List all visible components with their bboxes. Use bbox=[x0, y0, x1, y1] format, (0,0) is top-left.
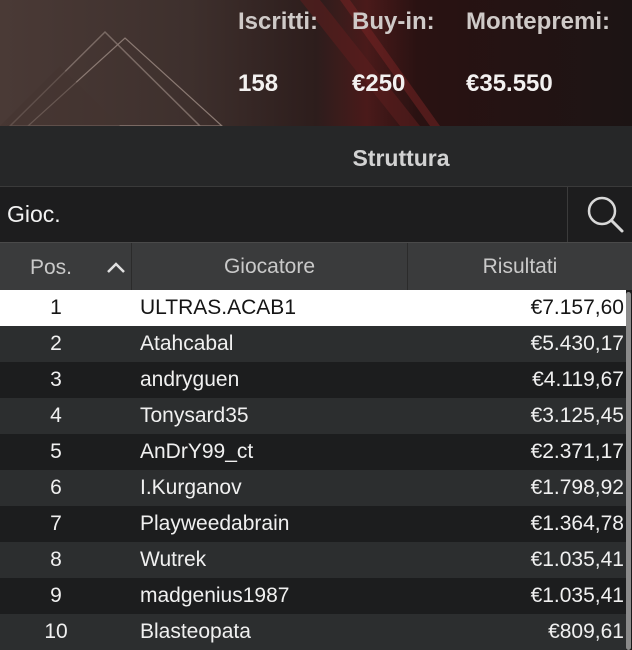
row-player-name: AnDrY99_ct bbox=[140, 440, 254, 463]
tournament-banner: Iscritti: 158 Buy-in: €250 Montepremi: €… bbox=[0, 0, 632, 126]
row-position: 4 bbox=[50, 404, 62, 427]
row-position: 1 bbox=[50, 296, 62, 319]
table-row[interactable]: 5 AnDrY99_ct €2.371,17 bbox=[0, 434, 626, 470]
row-player-name: ULTRAS.ACAB1 bbox=[140, 296, 296, 319]
row-result: €1.798,92 bbox=[530, 476, 624, 499]
buyin-value: €250 bbox=[352, 70, 406, 97]
table-row[interactable]: 1 ULTRAS.ACAB1 €7.157,60 bbox=[0, 290, 626, 326]
search-bar: Gioc. bbox=[0, 186, 632, 243]
search-button[interactable] bbox=[568, 187, 632, 243]
row-position: 5 bbox=[50, 440, 62, 463]
row-player-name: Atahcabal bbox=[140, 332, 234, 355]
table-row[interactable]: 3 andryguen €4.119,67 bbox=[0, 362, 626, 398]
row-player-name: Playweedabrain bbox=[140, 512, 290, 535]
row-result: €2.371,17 bbox=[530, 440, 624, 463]
row-result: €5.430,17 bbox=[530, 332, 624, 355]
tab-struttura[interactable]: Struttura bbox=[0, 126, 632, 186]
table-row[interactable]: 8 Wutrek €1.035,41 bbox=[0, 542, 626, 578]
results-table-header: Pos. Giocatore Risultati bbox=[0, 242, 632, 291]
entrants-label: Iscritti: bbox=[238, 8, 319, 35]
row-result: €4.119,67 bbox=[532, 368, 624, 391]
row-player-name: Wutrek bbox=[140, 548, 207, 571]
row-player-name: Tonysard35 bbox=[140, 404, 249, 427]
column-header-giocatore[interactable]: Giocatore bbox=[132, 243, 408, 291]
scrollbar-thumb[interactable] bbox=[626, 292, 631, 650]
row-position: 10 bbox=[44, 620, 68, 643]
table-row[interactable]: 6 I.Kurganov €1.798,92 bbox=[0, 470, 626, 506]
results-table-body: 1 ULTRAS.ACAB1 €7.157,60 2 Atahcabal €5.… bbox=[0, 290, 632, 650]
column-header-pos[interactable]: Pos. bbox=[0, 243, 132, 291]
row-result: €809,61 bbox=[548, 620, 624, 643]
prizepool-label: Montepremi: bbox=[466, 8, 610, 35]
search-input[interactable]: Gioc. bbox=[0, 187, 568, 243]
row-position: 9 bbox=[50, 584, 62, 607]
table-row[interactable]: 9 madgenius1987 €1.035,41 bbox=[0, 578, 626, 614]
row-result: €1.035,41 bbox=[530, 584, 624, 607]
row-position: 7 bbox=[50, 512, 62, 535]
row-position: 6 bbox=[50, 476, 62, 499]
column-header-risultati-label: Risultati bbox=[482, 255, 558, 278]
row-player-name: I.Kurganov bbox=[140, 476, 242, 499]
prizepool-value: €35.550 bbox=[466, 70, 553, 97]
row-player-name: madgenius1987 bbox=[140, 584, 290, 607]
row-position: 3 bbox=[50, 368, 62, 391]
table-row[interactable]: 10 Blasteopata €809,61 bbox=[0, 614, 626, 650]
row-result: €1.035,41 bbox=[530, 548, 624, 571]
entrants-value: 158 bbox=[238, 70, 279, 97]
table-row[interactable]: 7 Playweedabrain €1.364,78 bbox=[0, 506, 626, 542]
tab-struttura-label: Struttura bbox=[352, 144, 450, 171]
chevron-up-icon bbox=[107, 262, 125, 273]
search-input-value: Gioc. bbox=[7, 201, 61, 227]
row-position: 8 bbox=[50, 548, 62, 571]
row-result: €1.364,78 bbox=[530, 512, 624, 535]
row-result: €3.125,45 bbox=[530, 404, 624, 427]
row-player-name: Blasteopata bbox=[140, 620, 251, 643]
column-header-giocatore-label: Giocatore bbox=[223, 255, 316, 278]
search-icon bbox=[587, 196, 624, 233]
column-header-risultati[interactable]: Risultati bbox=[408, 243, 632, 291]
row-player-name: andryguen bbox=[140, 368, 240, 391]
table-row[interactable]: 4 Tonysard35 €3.125,45 bbox=[0, 398, 626, 434]
row-position: 2 bbox=[50, 332, 62, 355]
buyin-label: Buy-in: bbox=[352, 8, 435, 35]
row-result: €7.157,60 bbox=[530, 296, 624, 319]
table-row[interactable]: 2 Atahcabal €5.430,17 bbox=[0, 326, 626, 362]
column-header-pos-label: Pos. bbox=[30, 256, 73, 279]
